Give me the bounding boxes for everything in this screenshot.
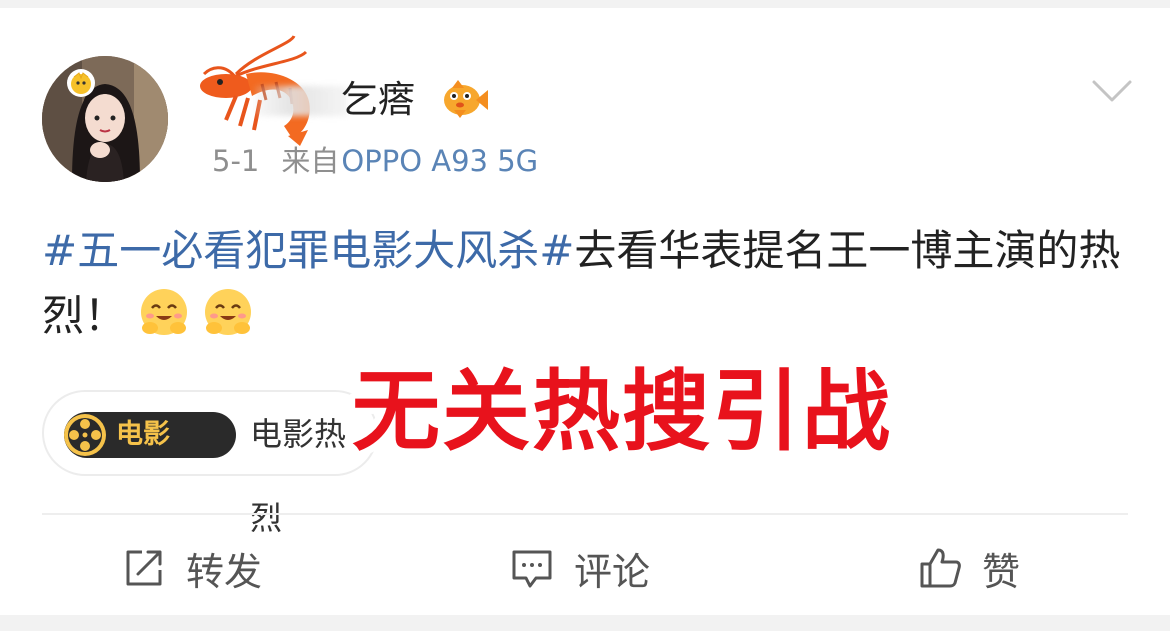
post-meta: 5-1 来自OPPO A93 5G	[212, 141, 538, 181]
source-prefix: 来自	[281, 144, 340, 178]
movie-badge: 电影	[64, 412, 236, 458]
username[interactable]: 乞瘩	[341, 74, 415, 126]
thumbs-up-icon	[920, 548, 961, 588]
like-button[interactable]: 赞	[918, 528, 1020, 608]
comment-button[interactable]: 评论	[510, 528, 650, 608]
hashtag-link[interactable]: #五一必看犯罪电影大风杀#	[42, 226, 574, 275]
repost-icon	[126, 550, 162, 586]
avatar-illustration	[42, 56, 168, 182]
comment-icon	[512, 550, 552, 588]
chevron-down-icon[interactable]	[1090, 76, 1134, 106]
weibo-post-card: 乞瘩 5-1 来自OPPO A93 5G #五一必看犯罪电影大风杀#去看华表提名王…	[0, 8, 1170, 615]
post-date: 5-1	[212, 144, 260, 178]
like-label: 赞	[982, 549, 1021, 594]
movie-badge-label: 电影	[116, 419, 170, 450]
film-reel-icon	[64, 414, 106, 456]
topic-pill[interactable]: 电影 电影热烈	[42, 390, 378, 537]
avatar-badge-icon	[67, 69, 95, 97]
overlay-caption: 无关热搜引战	[352, 360, 893, 463]
comment-label: 评论	[574, 549, 651, 594]
divider	[42, 513, 1128, 515]
repost-button[interactable]: 转发	[122, 528, 262, 608]
avatar[interactable]	[42, 56, 168, 182]
repost-label: 转发	[186, 549, 263, 594]
smile-hug-emoji-icon	[141, 289, 188, 335]
smile-hug-emoji-icon	[205, 289, 252, 335]
post-body: #五一必看犯罪电影大风杀#去看华表提名王一博主演的热烈！	[42, 218, 1132, 348]
fish-badge-icon	[444, 80, 488, 118]
username-redaction	[255, 86, 347, 116]
post-source[interactable]: OPPO A93 5G	[341, 144, 538, 178]
